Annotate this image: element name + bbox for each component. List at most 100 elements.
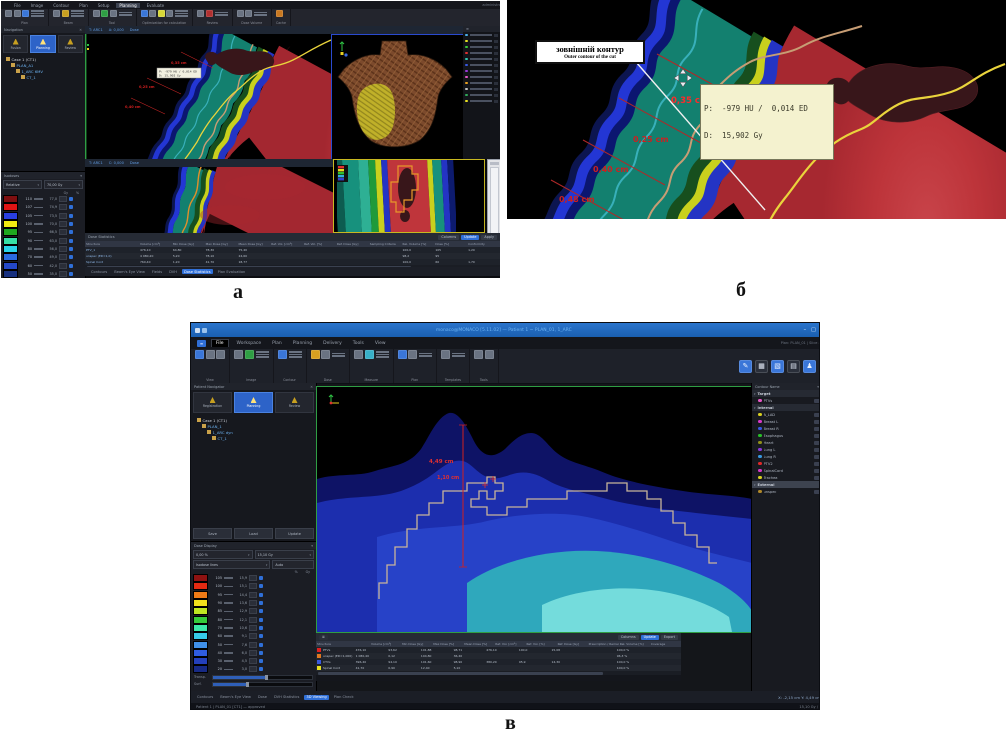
toolbar-text-item[interactable] xyxy=(452,353,465,355)
isodose-dropdown[interactable] xyxy=(59,263,67,269)
toolbar-icon[interactable] xyxy=(206,10,213,17)
isodose-row[interactable]: 8012,1 xyxy=(191,615,316,623)
viewport-tab[interactable]: T: ARC1 xyxy=(89,161,103,165)
toolbar-text-item[interactable] xyxy=(332,353,345,355)
table-toolbar-button[interactable]: Columns xyxy=(438,235,459,240)
menu-item[interactable]: Delivery xyxy=(320,341,345,346)
toolbar-text-item[interactable] xyxy=(254,14,267,16)
table-column-header[interactable]: Dose [%] xyxy=(434,242,467,246)
structure-row[interactable]: Breast R xyxy=(752,425,820,432)
isodose-dropdown[interactable] xyxy=(249,583,257,589)
isodose-line-style[interactable] xyxy=(34,207,43,209)
table-column-header[interactable]: Mean Dose [%] xyxy=(463,642,494,646)
visibility-toggle[interactable] xyxy=(494,82,498,85)
toolbar-icon[interactable] xyxy=(149,10,156,17)
isodose-line-style[interactable] xyxy=(34,265,43,267)
toolbar-text-item[interactable] xyxy=(256,354,269,356)
toolbar-icon[interactable] xyxy=(234,350,243,359)
isodose-visible-toggle[interactable] xyxy=(69,205,73,209)
isodose-color-swatch[interactable] xyxy=(193,665,208,673)
toolbar-icon[interactable] xyxy=(53,10,60,17)
toolbar-icon[interactable] xyxy=(93,10,100,17)
isodose-visible-toggle[interactable] xyxy=(259,651,263,655)
isodose-line-style[interactable] xyxy=(34,256,43,258)
toolbar-icon[interactable] xyxy=(101,10,108,17)
menu-item[interactable]: View xyxy=(372,341,389,346)
toolbar-icon[interactable] xyxy=(195,350,204,359)
table-column-header[interactable]: Ref. Vol. [%] xyxy=(525,642,556,646)
toolbar-text-item[interactable] xyxy=(31,13,44,15)
eye-visibility-toggle[interactable] xyxy=(814,399,820,403)
isodose-row[interactable]: 507,6 xyxy=(191,640,316,648)
isodose-row[interactable]: 8056,0 xyxy=(1,245,85,253)
menu-item[interactable]: File xyxy=(11,3,24,8)
toolbar-text-item[interactable] xyxy=(119,12,132,14)
isodose-line-style[interactable] xyxy=(224,594,233,596)
isodose-line-style[interactable] xyxy=(224,611,233,613)
close-icon[interactable]: ✕ xyxy=(79,28,82,32)
isodose-visible-toggle[interactable] xyxy=(69,247,73,251)
structure-row[interactable]: SpinalCord xyxy=(752,467,820,474)
isodose-color-swatch[interactable] xyxy=(193,607,208,615)
visibility-toggle[interactable] xyxy=(494,64,498,67)
isodose-line-style[interactable] xyxy=(224,660,233,662)
isodose-row[interactable]: 7049,0 xyxy=(1,253,85,261)
toolbar-text-item[interactable] xyxy=(376,354,389,356)
eye-visibility-toggle[interactable] xyxy=(814,427,820,431)
table-column-header[interactable]: Structure xyxy=(316,642,370,646)
menu-item[interactable]: Contour xyxy=(50,3,72,8)
toolbar-text-item[interactable] xyxy=(452,355,465,357)
isodose-line-style[interactable] xyxy=(224,644,233,646)
table-column-header[interactable]: Structure xyxy=(85,242,139,246)
table-toolbar-button[interactable]: Update xyxy=(461,235,479,240)
visibility-toggle[interactable] xyxy=(494,94,498,97)
menu-item[interactable]: Plan xyxy=(269,341,285,346)
isodose-line-style[interactable] xyxy=(224,669,233,671)
visibility-toggle[interactable] xyxy=(494,58,498,61)
isodose-row[interactable]: 10573,5 xyxy=(1,212,85,220)
visibility-toggle[interactable] xyxy=(494,46,498,49)
viewport-tab[interactable]: C: 0,000 xyxy=(109,161,124,165)
update-button[interactable]: Update xyxy=(275,528,314,539)
isodose-dropdown[interactable] xyxy=(249,600,257,606)
table-toolbar-button[interactable]: Columns xyxy=(618,635,639,640)
eye-visibility-toggle[interactable] xyxy=(814,448,820,452)
isodose-line-style[interactable] xyxy=(224,619,233,621)
isodose-row[interactable]: 10015,1 xyxy=(191,582,316,590)
isodose-color-swatch[interactable] xyxy=(193,657,208,665)
toolbar-icon[interactable] xyxy=(365,350,374,359)
isodose-dropdown[interactable] xyxy=(59,238,67,244)
structure-row[interactable]: unspec xyxy=(752,488,820,495)
isodose-visible-toggle[interactable] xyxy=(69,239,73,243)
isodose-visible-toggle[interactable] xyxy=(69,230,73,234)
toolbar-icon[interactable] xyxy=(166,10,173,17)
isodose-color-swatch[interactable] xyxy=(193,574,208,582)
transverse-dose-viewport[interactable]: 4,49 cm 1,10 cm xyxy=(316,386,753,633)
structure-row[interactable]: Lung L xyxy=(752,446,820,453)
toolbar-icon[interactable] xyxy=(408,350,417,359)
sidebar-tab-planning[interactable]: Planning xyxy=(234,392,273,413)
isodose-row[interactable]: 10774,9 xyxy=(1,203,85,211)
isodose-dropdown[interactable] xyxy=(59,196,67,202)
toolbar-icon[interactable] xyxy=(216,350,225,359)
viewport-tab[interactable]: A: 0,000 xyxy=(109,28,124,32)
visibility-toggle[interactable] xyxy=(494,34,498,37)
isodose-dropdown[interactable] xyxy=(59,271,67,277)
menu-item[interactable]: Planning xyxy=(290,341,315,346)
isodose-dropdown[interactable] xyxy=(59,213,67,219)
eye-visibility-toggle[interactable] xyxy=(814,441,820,445)
table-column-header[interactable]: Ref. Vol. [cm³] xyxy=(270,242,303,246)
status-tab[interactable]: Plan Check xyxy=(332,695,356,700)
isodose-visible-toggle[interactable] xyxy=(69,272,73,276)
isodose-row[interactable]: 609,1 xyxy=(191,632,316,640)
table-column-header[interactable]: Ref. Dose [Gy] xyxy=(336,242,369,246)
isodose-color-swatch[interactable] xyxy=(3,270,18,278)
visibility-toggle[interactable] xyxy=(494,88,498,91)
isodose-row[interactable]: 9566,5 xyxy=(1,228,85,236)
toolbar-text-item[interactable] xyxy=(71,13,84,15)
structure-row[interactable]: Heart xyxy=(752,439,820,446)
table-column-header[interactable]: Min Dose [Gy] xyxy=(172,242,205,246)
pin-icon[interactable]: ▾ xyxy=(80,174,82,178)
isodose-visible-toggle[interactable] xyxy=(259,618,263,622)
isodose-visible-toggle[interactable] xyxy=(259,584,263,588)
